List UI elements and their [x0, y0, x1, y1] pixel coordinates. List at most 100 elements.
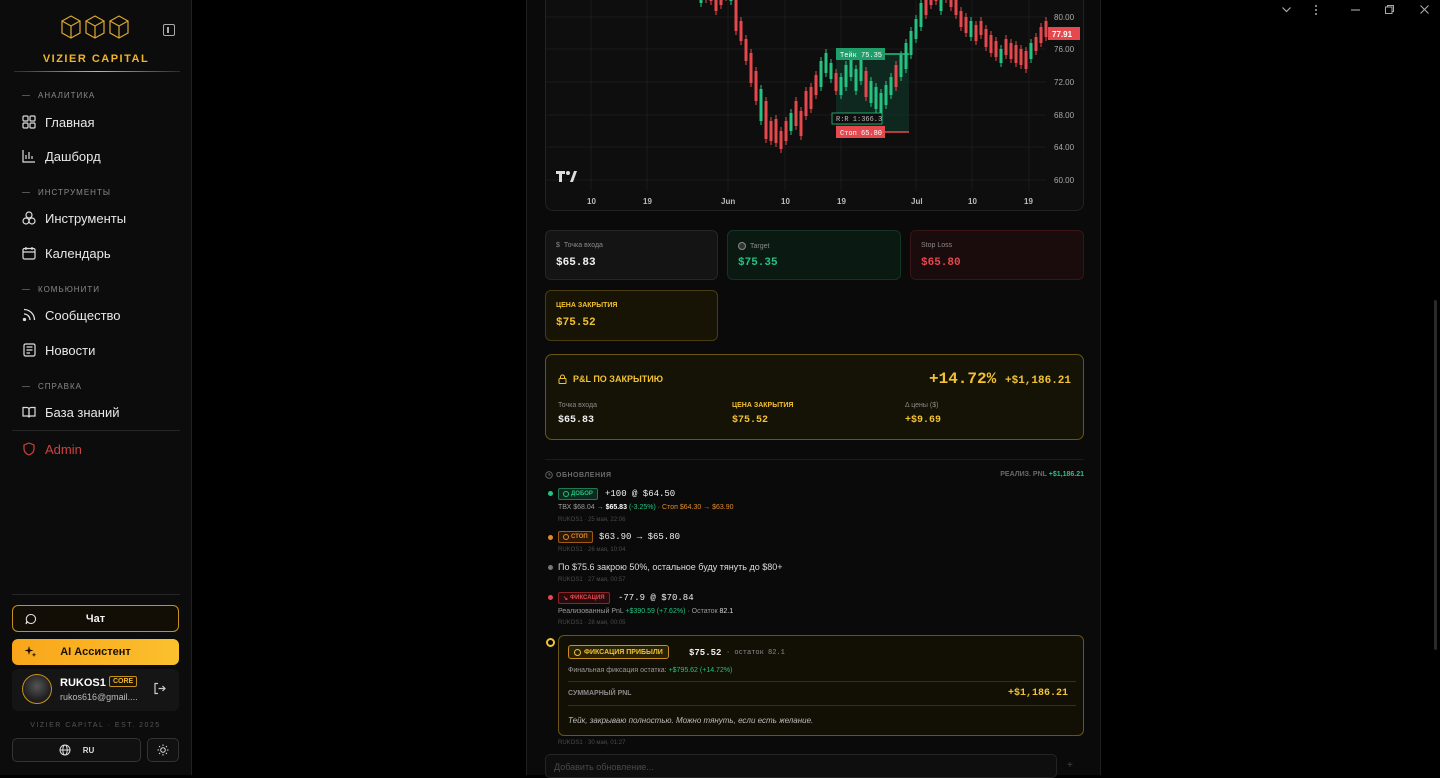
- candle-body: [1004, 39, 1008, 55]
- sidebar-collapse-icon[interactable]: [163, 24, 175, 36]
- price-tick: 68.00: [1054, 111, 1075, 120]
- add-update-input[interactable]: Добавить обновление...: [545, 754, 1057, 778]
- candle-body: [869, 81, 873, 103]
- candle-body: [949, 0, 953, 7]
- language-selector[interactable]: RU: [12, 738, 141, 762]
- brand-name: VIZIER CAPITAL: [42, 53, 150, 65]
- update-main: -77.9 @ $70.84: [618, 593, 694, 603]
- section-community: КОМЬЮНИТИ: [22, 285, 100, 294]
- target-icon: [738, 242, 746, 250]
- user-card[interactable]: RUKOS1 CORE rukos616@gmail....: [12, 669, 179, 711]
- page-scrollbar[interactable]: [1434, 300, 1437, 650]
- time-tick: 10: [781, 197, 790, 206]
- timeline-dot: [548, 535, 553, 540]
- ai-assistant-button[interactable]: AI Ассистент: [12, 639, 179, 665]
- candle-body: [789, 113, 793, 131]
- grid-icon: [22, 115, 36, 129]
- lock-icon: [558, 374, 567, 384]
- stop-loss-label: Stop Loss: [921, 242, 953, 249]
- globe-icon: [59, 744, 71, 756]
- partial-close-tag: ↘ ФИКСАЦИЯ: [558, 592, 610, 604]
- time-tick: 19: [837, 197, 846, 206]
- pnl-summary: P&L ПО ЗАКРЫТИЮ +14.72% +$1,186.21 Точка…: [545, 354, 1084, 440]
- sidebar-item-label: Календарь: [45, 245, 111, 261]
- stop-move-tag: СТОП: [558, 531, 593, 543]
- sidebar-item-admin[interactable]: Admin: [22, 438, 182, 460]
- pnl-entry-label: Точка входа: [558, 402, 598, 409]
- candle-body: [709, 0, 713, 1]
- profit-taking-card: ФИКСАЦИЯ ПРИБЫЛИ $75.52 · остаток 82.1 Ф…: [558, 635, 1084, 736]
- chat-button[interactable]: Чат: [12, 605, 179, 632]
- update-meta: RUKOS1 · 25 мая, 22:06: [558, 517, 626, 523]
- sidebar-item-label: Сообщество: [45, 307, 121, 323]
- candle-body: [894, 65, 898, 87]
- candle-body: [984, 29, 988, 47]
- final-fix: Финальная фиксация остатка: +$795.62 (+1…: [568, 667, 733, 674]
- candle-body: [864, 71, 868, 97]
- sidebar-item-community[interactable]: Сообщество: [22, 304, 182, 326]
- sidebar-item-label: Главная: [45, 114, 95, 130]
- candle-body: [974, 25, 978, 41]
- sidebar-item-calendar[interactable]: Календарь: [22, 242, 182, 264]
- candle-body: [834, 73, 838, 91]
- brand-logo[interactable]: VIZIER CAPITAL: [0, 0, 192, 80]
- price-tick: 60.00: [1054, 176, 1075, 185]
- candle-body: [744, 39, 748, 61]
- update-comment: По $75.6 закрою 50%, остальное буду тяну…: [558, 562, 783, 572]
- restore-icon[interactable]: [1384, 4, 1395, 18]
- candle-body: [889, 77, 893, 95]
- time-tick: 19: [1024, 197, 1033, 206]
- price-tick: 64.00: [1054, 143, 1075, 152]
- rss-icon: [22, 308, 36, 322]
- theme-toggle[interactable]: [147, 738, 179, 762]
- close-price-label: ЦЕНА ЗАКРЫТИЯ: [556, 302, 618, 309]
- candle-body: [1039, 27, 1043, 43]
- entry-value: $65.83: [556, 257, 596, 269]
- sidebar-divider: [12, 594, 180, 595]
- candle-body: [759, 89, 763, 121]
- chevron-down-icon[interactable]: [1281, 4, 1292, 18]
- target-card: Target $75.35: [727, 230, 901, 280]
- sidebar-item-label: База знаний: [45, 404, 120, 420]
- sidebar-item-home[interactable]: Главная: [22, 111, 182, 133]
- update-main: $63.90 → $65.80: [599, 532, 681, 542]
- candle-body: [749, 53, 753, 83]
- candle-body: [964, 17, 968, 33]
- candle-body: [934, 0, 938, 1]
- candle-body: [784, 121, 788, 141]
- pnl-close-value: $75.52: [732, 415, 769, 426]
- price-tick: 72.00: [1054, 78, 1075, 87]
- update-meta: RUKOS1 · 26 мая, 10:04: [558, 547, 626, 553]
- sidebar-divider: [12, 430, 180, 431]
- timeline-dot: [548, 565, 553, 570]
- update-sub: Реализованный PnL +$390.59 (+7.62%) · Ос…: [558, 608, 734, 615]
- close-icon[interactable]: [1419, 4, 1430, 18]
- price-chart[interactable]: Тейк 75.35 R:R 1:366.3 Стоп 65.80 80.00 …: [545, 0, 1084, 211]
- sidebar-item-news[interactable]: Новости: [22, 339, 182, 361]
- language-label: RU: [82, 745, 95, 755]
- sidebar-item-knowledge[interactable]: База знаний: [22, 401, 182, 423]
- pnl-delta-value: +$9.69: [905, 415, 942, 426]
- logout-icon[interactable]: [153, 682, 166, 695]
- avatar[interactable]: [22, 674, 52, 704]
- pnl-percent: +14.72%: [929, 370, 997, 388]
- more-options-icon[interactable]: [1313, 4, 1319, 19]
- candle-body: [904, 43, 908, 69]
- plus-icon[interactable]: +: [1067, 760, 1073, 771]
- candle-body: [959, 11, 963, 27]
- sidebar-item-label: Новости: [45, 342, 96, 358]
- total-pnl-label: СУММАРНЫЙ PNL: [568, 690, 632, 697]
- update-sub: ТВХ $68.04 → $65.83 (-3.25%) · Стоп $64.…: [558, 504, 734, 511]
- candle-body: [924, 0, 928, 15]
- minimize-icon[interactable]: [1350, 4, 1361, 18]
- chat-bubble-icon: [25, 613, 37, 625]
- entry-label: $ Точка входа: [556, 242, 603, 249]
- close-card-divider: [568, 681, 1076, 682]
- candle-body: [899, 55, 903, 77]
- sidebar-item-tools[interactable]: Инструменты: [22, 207, 182, 229]
- candle-body: [729, 0, 733, 1]
- pnl-usd: +$1,186.21: [1005, 375, 1072, 387]
- candle-body: [699, 0, 703, 3]
- sidebar-item-dashboard[interactable]: Дашборд: [22, 145, 182, 167]
- stop-loss-label: Стоп 65.80: [840, 130, 882, 138]
